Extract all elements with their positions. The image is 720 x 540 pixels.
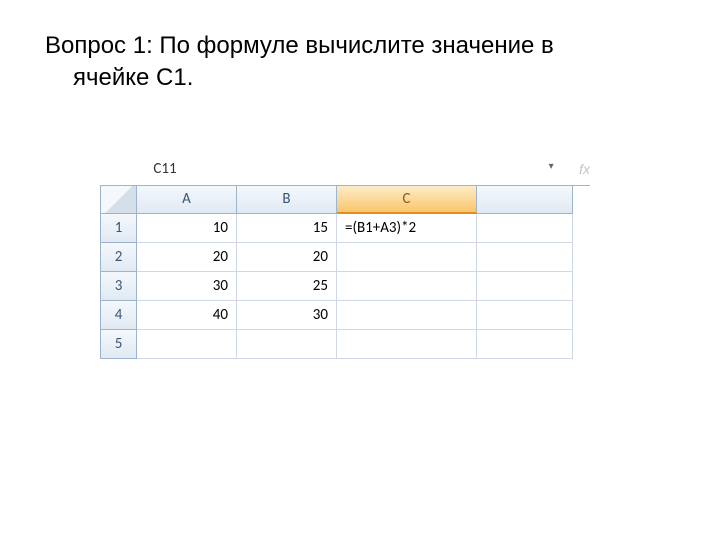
cell-c2[interactable] <box>337 243 477 272</box>
cell-a5[interactable] <box>137 330 237 359</box>
fx-icon[interactable]: fx <box>579 161 590 177</box>
excel-screenshot: C11 ▾ fx A B C 1 10 15 =(B1+A3)*2 2 20 2… <box>100 155 590 359</box>
col-header-c[interactable]: C <box>337 186 477 214</box>
formula-bar-area: fx <box>579 161 590 177</box>
cell-b5[interactable] <box>237 330 337 359</box>
row-header-1[interactable]: 1 <box>101 214 137 243</box>
cell-b2[interactable]: 20 <box>237 243 337 272</box>
cell-c3[interactable] <box>337 272 477 301</box>
question-line-2: ячейке C1. <box>45 62 680 94</box>
spreadsheet-grid: A B C 1 10 15 =(B1+A3)*2 2 20 20 3 30 25… <box>100 185 590 359</box>
cell-d5[interactable] <box>477 330 573 359</box>
cell-c1[interactable]: =(B1+A3)*2 <box>337 214 477 243</box>
cell-b4[interactable]: 30 <box>237 301 337 330</box>
cell-d3[interactable] <box>477 272 573 301</box>
slide: Вопрос 1: По формуле вычислите значение … <box>0 0 720 540</box>
question-text: Вопрос 1: По формуле вычислите значение … <box>40 30 680 95</box>
cell-d2[interactable] <box>477 243 573 272</box>
cell-c4[interactable] <box>337 301 477 330</box>
cell-a3[interactable]: 30 <box>137 272 237 301</box>
cell-d1[interactable] <box>477 214 573 243</box>
cell-a2[interactable]: 20 <box>137 243 237 272</box>
row-header-3[interactable]: 3 <box>101 272 137 301</box>
name-box-row: C11 ▾ fx <box>100 155 590 183</box>
row-header-4[interactable]: 4 <box>101 301 137 330</box>
row-header-5[interactable]: 5 <box>101 330 137 359</box>
select-all-corner[interactable] <box>101 186 137 214</box>
name-box[interactable]: C11 <box>100 160 230 178</box>
dropdown-icon[interactable]: ▾ <box>543 161 559 177</box>
col-header-a[interactable]: A <box>137 186 237 214</box>
question-line-1: Вопрос 1: По формуле вычислите значение … <box>45 32 554 59</box>
cell-b3[interactable]: 25 <box>237 272 337 301</box>
row-header-2[interactable]: 2 <box>101 243 137 272</box>
col-header-d[interactable] <box>477 186 573 214</box>
cell-d4[interactable] <box>477 301 573 330</box>
cell-b1[interactable]: 15 <box>237 214 337 243</box>
col-header-b[interactable]: B <box>237 186 337 214</box>
cell-a4[interactable]: 40 <box>137 301 237 330</box>
cell-c5[interactable] <box>337 330 477 359</box>
cell-a1[interactable]: 10 <box>137 214 237 243</box>
